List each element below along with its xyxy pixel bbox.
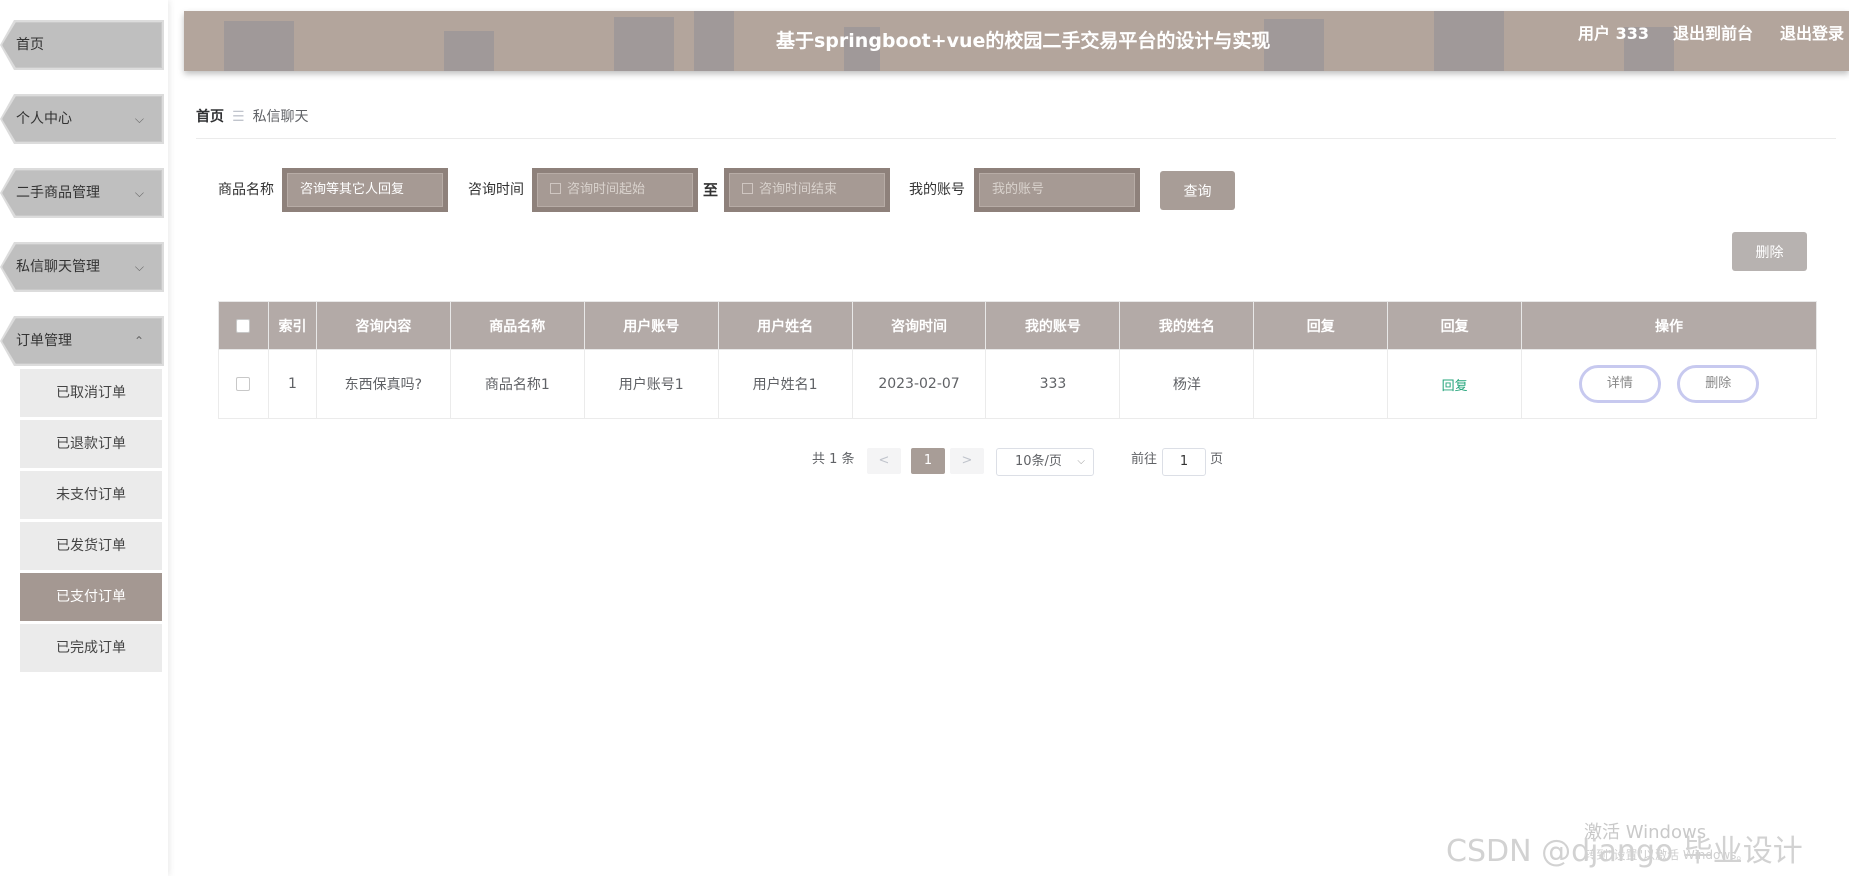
cell-my-account: 333 bbox=[985, 349, 1121, 419]
product-name-input[interactable]: 咨询等其它人回复 bbox=[287, 173, 443, 207]
col-header-index: 索引 bbox=[267, 301, 317, 350]
menu-personal-center[interactable]: 个人中心 ⌵ bbox=[0, 94, 164, 144]
chevron-down-icon: ⌵ bbox=[134, 112, 144, 126]
skyline-decoration bbox=[614, 17, 674, 71]
time-end-placeholder: 咨询时间结束 bbox=[759, 182, 838, 197]
breadcrumb-home[interactable]: 首页 bbox=[196, 109, 224, 125]
chevron-down-icon: ⌵ bbox=[134, 186, 144, 200]
time-start-field-wrapper: 咨询时间起始 bbox=[532, 168, 698, 212]
menu-goods-management[interactable]: 二手商品管理 ⌵ bbox=[0, 168, 164, 218]
skyline-decoration bbox=[1264, 19, 1324, 71]
row-checkbox[interactable] bbox=[236, 377, 251, 391]
col-header-user-name: 用户姓名 bbox=[717, 301, 853, 350]
col-header-product: 商品名称 bbox=[449, 301, 585, 350]
chevron-down-icon: ⌵ bbox=[1077, 456, 1085, 467]
menu-personal-center-label: 个人中心 bbox=[16, 111, 72, 127]
back-to-front-link[interactable]: 退出到前台 bbox=[1673, 11, 1753, 57]
page-size-select[interactable]: 10条/页 ⌵ bbox=[996, 448, 1094, 476]
logout-link[interactable]: 退出登录 bbox=[1780, 11, 1844, 57]
time-end-input[interactable]: 咨询时间结束 bbox=[729, 173, 885, 207]
next-page-button[interactable]: > bbox=[950, 448, 984, 474]
detail-button[interactable]: 详情 bbox=[1578, 365, 1661, 403]
query-button[interactable]: 查询 bbox=[1160, 171, 1235, 210]
goto-page-input[interactable]: 1 bbox=[1162, 448, 1206, 476]
menu-goods-management-label: 二手商品管理 bbox=[16, 185, 100, 201]
menu-order-management[interactable]: 订单管理 ⌃ bbox=[0, 316, 164, 366]
table-row: 1 东西保真吗? 商品名称1 用户账号1 用户姓名1 2023-02-07 33… bbox=[218, 349, 1817, 419]
col-header-my-account: 我的账号 bbox=[985, 301, 1121, 350]
select-all-cell bbox=[218, 301, 269, 350]
menu-home[interactable]: 首页 bbox=[0, 20, 164, 70]
chat-table: 索引 咨询内容 商品名称 用户账号 用户姓名 咨询时间 我的账号 我的姓名 回复… bbox=[218, 301, 1817, 419]
product-name-label: 商品名称 bbox=[218, 182, 274, 198]
page-unit-label: 页 bbox=[1210, 452, 1224, 467]
cell-consult-time: 2023-02-07 bbox=[851, 349, 987, 419]
chevron-up-icon: ⌃ bbox=[133, 334, 144, 348]
csdn-watermark: CSDN @django 毕业设计 bbox=[1446, 834, 1803, 869]
submenu-completed-orders[interactable]: 已完成订单 bbox=[20, 624, 162, 672]
time-start-placeholder: 咨询时间起始 bbox=[567, 182, 646, 197]
breadcrumb-separator-icon: ☰ bbox=[232, 109, 245, 125]
submenu-cancelled-orders[interactable]: 已取消订单 bbox=[20, 369, 162, 417]
skyline-decoration bbox=[444, 31, 494, 71]
chevron-down-icon: ⌵ bbox=[134, 260, 144, 274]
submenu-refunded-orders[interactable]: 已退款订单 bbox=[20, 420, 162, 468]
col-header-operations: 操作 bbox=[1521, 301, 1817, 350]
cell-reply bbox=[1253, 349, 1389, 419]
breadcrumb-current: 私信聊天 bbox=[252, 109, 309, 125]
product-name-field-wrapper: 咨询等其它人回复 bbox=[282, 168, 448, 212]
select-all-checkbox[interactable] bbox=[236, 318, 251, 333]
cell-product: 商品名称1 bbox=[449, 349, 585, 419]
menu-home-label: 首页 bbox=[16, 37, 44, 53]
cell-user-name: 用户姓名1 bbox=[717, 349, 853, 419]
breadcrumb: 首页 ☰ 私信聊天 bbox=[196, 106, 309, 126]
cell-user-account: 用户账号1 bbox=[583, 349, 719, 419]
page-size-value: 10条/页 bbox=[1015, 454, 1062, 469]
submenu-unpaid-orders[interactable]: 未支付订单 bbox=[20, 471, 162, 519]
page-title: 基于springboot+vue的校园二手交易平台的设计与实现 bbox=[776, 30, 1271, 52]
skyline-decoration bbox=[224, 21, 294, 71]
cell-content: 东西保真吗? bbox=[315, 349, 451, 419]
cell-index: 1 bbox=[267, 349, 317, 419]
col-header-content: 咨询内容 bbox=[315, 301, 451, 350]
my-account-input[interactable]: 我的账号 bbox=[979, 173, 1135, 207]
my-account-label: 我的账号 bbox=[909, 182, 965, 198]
col-header-reply: 回复 bbox=[1253, 301, 1389, 350]
col-header-consult-time: 咨询时间 bbox=[851, 301, 987, 350]
divider bbox=[196, 138, 1836, 139]
prev-page-button[interactable]: < bbox=[867, 448, 901, 474]
row-select-cell bbox=[218, 349, 269, 419]
pagination-total: 共 1 条 bbox=[812, 452, 855, 467]
col-header-my-name: 我的姓名 bbox=[1119, 301, 1255, 350]
range-separator: 至 bbox=[703, 181, 719, 199]
reply-link[interactable]: 回复 bbox=[1442, 379, 1468, 394]
consult-time-label: 咨询时间 bbox=[468, 182, 524, 198]
calendar-icon bbox=[550, 183, 561, 194]
sidebar: 首页 个人中心 ⌵ 二手商品管理 ⌵ 私信聊天管理 ⌵ 订单管理 ⌃ 已取消订单… bbox=[0, 0, 168, 876]
skyline-decoration bbox=[1434, 11, 1504, 71]
cell-operations: 详情 删除 bbox=[1521, 349, 1817, 419]
delete-button[interactable]: 删除 bbox=[1732, 232, 1807, 271]
col-header-user-account: 用户账号 bbox=[583, 301, 719, 350]
col-header-reply-action: 回复 bbox=[1387, 301, 1523, 350]
my-account-field-wrapper: 我的账号 bbox=[974, 168, 1140, 212]
user-label: 用户 333 bbox=[1578, 24, 1649, 43]
table-header-row: 索引 咨询内容 商品名称 用户账号 用户姓名 咨询时间 我的账号 我的姓名 回复… bbox=[218, 301, 1817, 350]
time-start-input[interactable]: 咨询时间起始 bbox=[537, 173, 693, 207]
cell-reply-action: 回复 bbox=[1387, 349, 1523, 419]
goto-label: 前往 bbox=[1131, 452, 1158, 467]
menu-chat-management[interactable]: 私信聊天管理 ⌵ bbox=[0, 242, 164, 292]
submenu-paid-orders[interactable]: 已支付订单 bbox=[20, 573, 162, 621]
calendar-icon bbox=[742, 183, 753, 194]
cell-my-name: 杨洋 bbox=[1119, 349, 1255, 419]
menu-chat-management-label: 私信聊天管理 bbox=[16, 259, 100, 275]
top-header: 基于springboot+vue的校园二手交易平台的设计与实现 用户 333 退… bbox=[184, 11, 1849, 71]
row-delete-button[interactable]: 删除 bbox=[1677, 365, 1760, 403]
skyline-decoration bbox=[694, 11, 734, 71]
page-number-button[interactable]: 1 bbox=[911, 448, 945, 474]
time-end-field-wrapper: 咨询时间结束 bbox=[724, 168, 890, 212]
submenu-shipped-orders[interactable]: 已发货订单 bbox=[20, 522, 162, 570]
menu-order-management-label: 订单管理 bbox=[16, 333, 72, 349]
